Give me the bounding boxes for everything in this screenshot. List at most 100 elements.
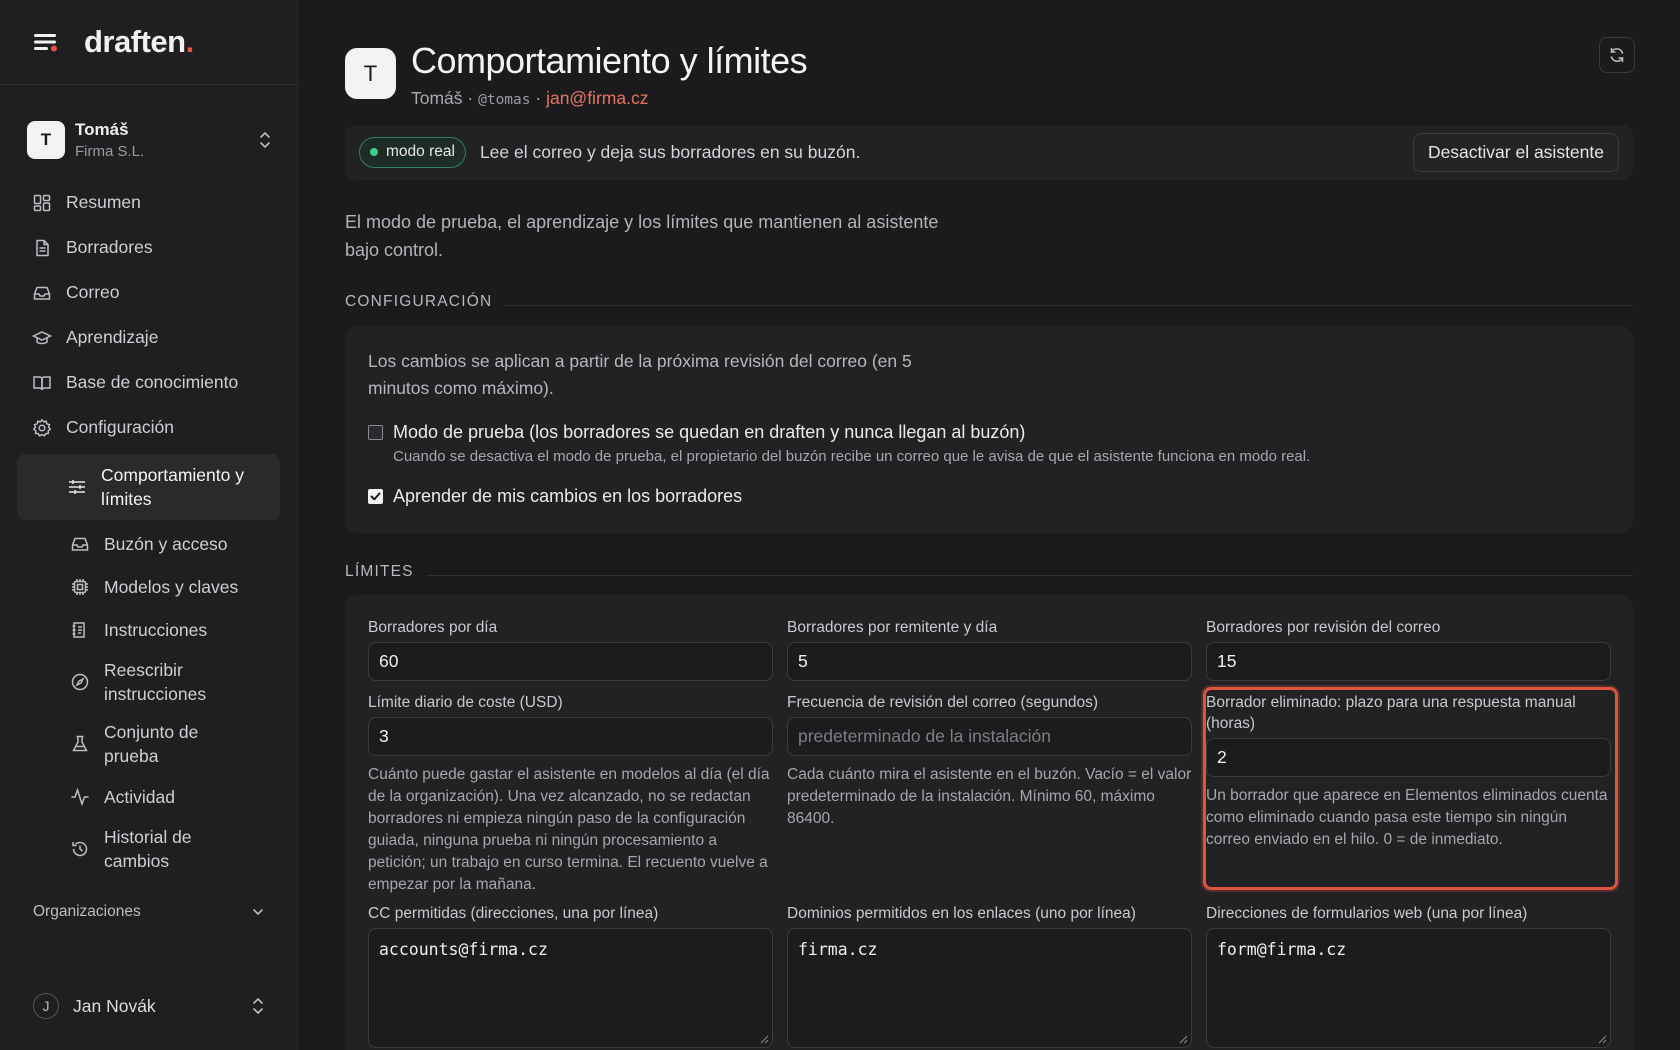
sidebar-item-label: Buzón y acceso — [104, 533, 228, 554]
page-intro: El modo de prueba, el aprendizaje y los … — [345, 212, 939, 260]
settings-subnav: Comportamiento y límites Buzón y acceso … — [17, 454, 280, 880]
domains-allowed-textarea[interactable]: firma.cz — [787, 928, 1192, 1048]
page-title: Comportamiento y límites — [411, 40, 808, 81]
poll-frequency-field: Frecuencia de revisión del correo (segun… — [787, 692, 1192, 830]
organizations-toggle[interactable]: Organizaciones — [33, 903, 265, 921]
sidebar-item-borradores[interactable]: Borradores — [20, 225, 280, 270]
sidebar-item-buzon-y-acceso[interactable]: Buzón y acceso — [20, 522, 280, 565]
chevron-updown-icon — [253, 998, 263, 1014]
inbox-icon — [71, 537, 89, 551]
sidebar: draften. T Tomáš Firma S.L. Resumen Borr… — [0, 0, 298, 1050]
drafts-per-check-field: Borradores por revisión del correo 15 — [1206, 617, 1611, 681]
menu-icon[interactable] — [32, 31, 60, 53]
sidebar-nav: Resumen Borradores Correo Aprendizaje Ba… — [17, 180, 280, 880]
refresh-button[interactable] — [1599, 37, 1635, 73]
drafts-per-check-input[interactable]: 15 — [1206, 642, 1611, 681]
sidebar-item-configuracion[interactable]: Configuración — [20, 405, 280, 450]
brand-logo[interactable]: draften. — [84, 24, 194, 60]
sidebar-item-label: Reescribir instrucciones — [104, 660, 207, 704]
drafts-per-sender-input[interactable]: 5 — [787, 642, 1192, 681]
poll-frequency-input[interactable]: predeterminado de la instalación — [787, 717, 1192, 756]
book-icon — [33, 375, 51, 390]
account-org: Firma S.L. — [75, 143, 145, 160]
cost-limit-input[interactable]: 3 — [368, 717, 773, 756]
field-label: Dominios permitidos en los enlaces (uno … — [787, 905, 1136, 922]
sidebar-item-historial-de-cambios[interactable]: Historial de cambios — [20, 818, 280, 880]
domains-allowed-field: Dominios permitidos en los enlaces (uno … — [787, 903, 1192, 1048]
user-avatar: J — [33, 993, 59, 1019]
sidebar-item-reescribir-instrucciones[interactable]: Reescribir instrucciones — [20, 651, 280, 713]
sidebar-item-base-de-conocimiento[interactable]: Base de conocimiento — [20, 360, 280, 405]
resize-grip-icon[interactable] — [1179, 1035, 1188, 1044]
account-avatar: T — [27, 121, 65, 159]
sidebar-item-label: Base de conocimiento — [66, 372, 239, 392]
sidebar-item-aprendizaje[interactable]: Aprendizaje — [20, 315, 280, 360]
deleted-draft-timeout-input[interactable]: 2 — [1206, 738, 1611, 777]
sidebar-item-comportamiento-y-limites[interactable]: Comportamiento y límites — [17, 454, 280, 520]
chevron-updown-icon — [260, 132, 270, 148]
sidebar-item-modelos-y-claves[interactable]: Modelos y claves — [20, 565, 280, 608]
learn-checkbox-row[interactable]: Aprender de mis cambios en los borradore… — [368, 486, 742, 507]
learn-checkbox[interactable] — [368, 489, 383, 504]
config-note: Los cambios se aplican a partir de la pr… — [368, 351, 912, 398]
account-switcher[interactable]: T Tomáš Firma S.L. — [27, 115, 272, 165]
sidebar-item-label: Aprendizaje — [66, 327, 159, 347]
sidebar-item-label: Instrucciones — [104, 619, 208, 640]
sidebar-item-label: Modelos y claves — [104, 576, 239, 597]
page-avatar: T — [345, 48, 396, 99]
field-label: CC permitidas (direcciones, una por líne… — [368, 905, 659, 922]
meta-email[interactable]: jan@firma.cz — [546, 88, 648, 108]
test-mode-checkbox-row[interactable]: Modo de prueba (los borradores se quedan… — [368, 422, 1025, 443]
chip-icon — [72, 578, 88, 595]
sidebar-item-label: Configuración — [66, 417, 174, 437]
webform-addresses-textarea[interactable]: form@firma.cz — [1206, 928, 1611, 1048]
field-help: Cada cuánto mira el asistente en el buzó… — [787, 766, 1192, 827]
organizations-label: Organizaciones — [33, 903, 141, 920]
section-title-limites: LÍMITES — [345, 563, 1633, 581]
field-label: Frecuencia de revisión del correo (segun… — [787, 694, 1099, 711]
page-header: T Comportamiento y límites Tomáš · @toma… — [345, 40, 808, 109]
deleted-draft-timeout-field: Borrador eliminado: plazo para una respu… — [1206, 692, 1611, 851]
checkmark-icon — [370, 492, 381, 501]
learn-label: Aprender de mis cambios en los borradore… — [393, 486, 743, 506]
meta-name: Tomáš · — [411, 88, 474, 108]
deactivate-assistant-button[interactable]: Desactivar el asistente — [1412, 133, 1619, 172]
test-mode-hint: Cuando se desactiva el modo de prueba, e… — [393, 448, 1311, 465]
sidebar-item-resumen[interactable]: Resumen — [20, 180, 280, 225]
status-badge: modo real — [359, 137, 466, 168]
cc-allowed-textarea[interactable]: accounts@firma.cz — [368, 928, 773, 1048]
field-label: Direcciones de formularios web (una por … — [1206, 905, 1528, 922]
activity-icon — [71, 787, 89, 806]
sliders-icon — [69, 480, 85, 494]
resize-grip-icon[interactable] — [1598, 1035, 1607, 1044]
sidebar-item-conjunto-de-prueba[interactable]: Conjunto de prueba — [20, 713, 280, 775]
sidebar-item-correo[interactable]: Correo — [20, 270, 280, 315]
textarea-value: form@firma.cz — [1217, 940, 1347, 959]
sidebar-item-instrucciones[interactable]: Instrucciones — [20, 608, 280, 651]
test-mode-checkbox[interactable] — [368, 425, 383, 440]
drafts-per-day-field: Borradores por día 60 — [368, 617, 773, 681]
drafts-per-sender-field: Borradores por remitente y día 5 — [787, 617, 1192, 681]
field-label: Borradores por día — [368, 619, 498, 636]
divider — [504, 304, 1633, 306]
section-title-text: CONFIGURACIÓN — [345, 293, 493, 310]
inbox-icon — [33, 286, 51, 300]
sidebar-item-label: Conjunto de prueba — [104, 722, 199, 766]
instructions-icon — [72, 621, 85, 638]
webform-addresses-field: Direcciones de formularios web (una por … — [1206, 903, 1611, 1048]
flask-icon — [72, 735, 88, 752]
meta-separator: · — [535, 88, 542, 108]
account-name: Tomáš — [75, 120, 129, 139]
resize-grip-icon[interactable] — [760, 1035, 769, 1044]
section-title-text: LÍMITES — [345, 563, 414, 580]
field-label: Borradores por revisión del correo — [1206, 619, 1441, 636]
chevron-down-icon — [253, 909, 263, 916]
user-menu[interactable]: J Jan Novák — [33, 993, 265, 1019]
sidebar-item-label: Historial de cambios — [104, 827, 192, 871]
textarea-value: accounts@firma.cz — [379, 940, 548, 959]
sidebar-item-actividad[interactable]: Actividad — [20, 775, 280, 818]
drafts-per-day-input[interactable]: 60 — [368, 642, 773, 681]
document-icon — [36, 239, 49, 256]
field-label: Borrador eliminado: plazo para una respu… — [1206, 694, 1576, 732]
test-mode-label: Modo de prueba (los borradores se quedan… — [393, 422, 1026, 442]
